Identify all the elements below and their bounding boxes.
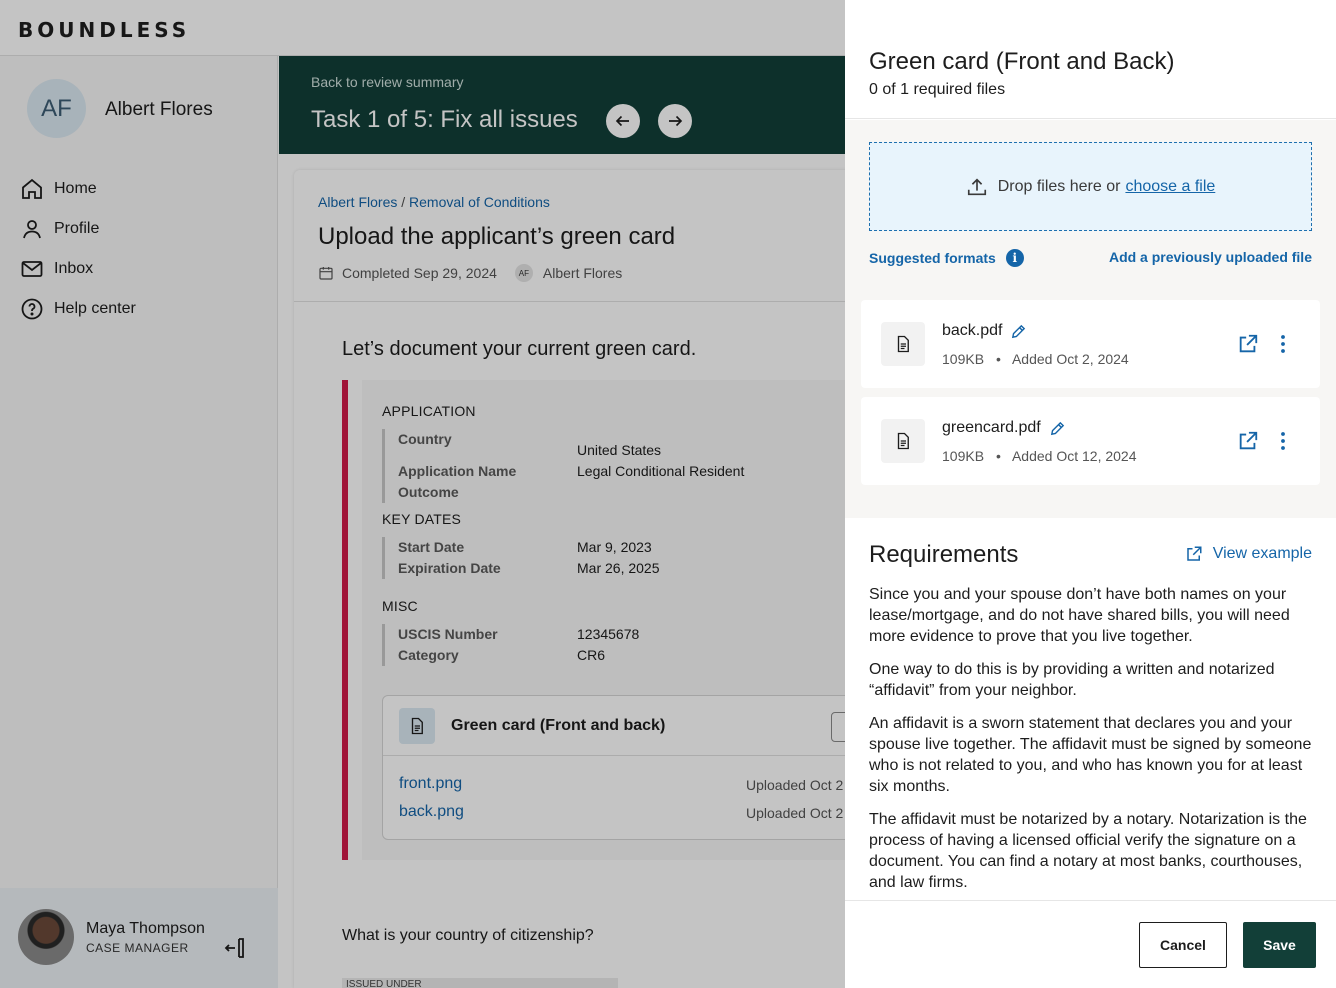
- file-name: back.pdf: [942, 322, 1003, 339]
- file-dropzone[interactable]: Drop files here or choose a file: [869, 142, 1312, 231]
- file-meta: 109KB • Added Oct 2, 2024: [942, 351, 1129, 367]
- requirements-paragraph: One way to do this is by providing a wri…: [869, 661, 1275, 699]
- file-name-row: greencard.pdf: [942, 419, 1066, 437]
- drawer-header: Green card (Front and Back) 0 of 1 requi…: [845, 0, 1336, 119]
- meta-separator: •: [995, 448, 1001, 464]
- pencil-icon[interactable]: [1049, 420, 1066, 437]
- dropzone-text: Drop files here or: [997, 177, 1121, 195]
- choose-file-link[interactable]: choose a file: [1125, 178, 1215, 196]
- info-icon[interactable]: i: [1005, 249, 1024, 267]
- upload-section: Drop files here or choose a file Suggest…: [845, 120, 1336, 518]
- file-added-date: Added Oct 12, 2024: [1011, 448, 1137, 464]
- upload-icon: [967, 177, 986, 195]
- cancel-button[interactable]: Cancel: [1139, 922, 1227, 968]
- more-options-icon[interactable]: [1273, 430, 1293, 452]
- requirements-paragraph: The affidavit must be notarized by a not…: [869, 811, 1307, 891]
- file-meta: 109KB • Added Oct 12, 2024: [942, 448, 1137, 464]
- requirements-text: Since you and your spouse don’t have bot…: [869, 584, 1319, 905]
- more-options-icon[interactable]: [1273, 333, 1293, 355]
- file-size: 109KB: [942, 448, 985, 464]
- file-icon: [881, 419, 925, 463]
- file-icon: [881, 322, 925, 366]
- save-button[interactable]: Save: [1243, 922, 1316, 968]
- view-example-link[interactable]: View example: [1185, 545, 1312, 563]
- open-external-icon[interactable]: [1237, 430, 1259, 452]
- view-example-label: View example: [1212, 545, 1312, 562]
- suggested-formats-label: Suggested formats: [869, 250, 996, 266]
- suggested-formats-link[interactable]: Suggested formats i: [869, 249, 1024, 267]
- requirements-paragraph: Since you and your spouse don’t have bot…: [869, 586, 1290, 645]
- upload-drawer: Green card (Front and Back) 0 of 1 requi…: [845, 0, 1336, 988]
- pencil-icon[interactable]: [1010, 323, 1027, 340]
- requirements-heading: Requirements: [869, 541, 1019, 568]
- open-external-icon[interactable]: [1237, 333, 1259, 355]
- required-files-count: 0 of 1 required files: [869, 81, 1006, 98]
- meta-separator: •: [995, 351, 1001, 367]
- file-name: greencard.pdf: [942, 419, 1041, 436]
- open-external-icon: [1186, 546, 1202, 561]
- uploaded-file-card: greencard.pdf 109KB • Added Oct 12, 2024: [861, 397, 1320, 485]
- drawer-footer: Cancel Save: [845, 900, 1336, 988]
- file-added-date: Added Oct 2, 2024: [1011, 351, 1129, 367]
- file-size: 109KB: [942, 351, 985, 367]
- uploaded-file-card: back.pdf 109KB • Added Oct 2, 2024: [861, 300, 1320, 388]
- file-name-row: back.pdf: [942, 322, 1027, 340]
- requirements-paragraph: An affidavit is a sworn statement that d…: [869, 715, 1312, 795]
- add-previous-file-link[interactable]: Add a previously uploaded file: [1109, 249, 1312, 265]
- drawer-title: Green card (Front and Back): [869, 48, 1175, 75]
